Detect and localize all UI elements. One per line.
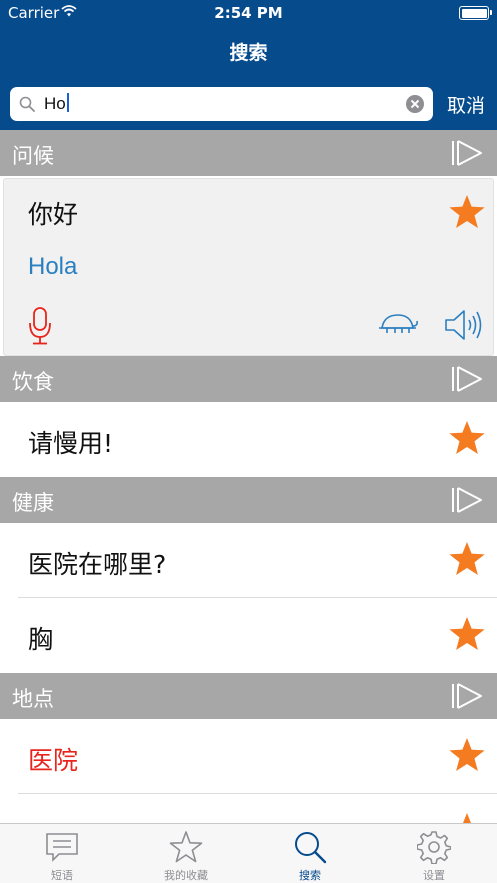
phrase-row[interactable]: 酒店 (0, 794, 497, 823)
battery-icon (459, 6, 492, 20)
phrase-row[interactable]: 请慢用! (0, 402, 497, 477)
star-outline-icon (169, 831, 203, 863)
tab-settings[interactable]: 设置 (372, 824, 496, 883)
phrase-translation: Hola (28, 253, 78, 280)
section-header: 饮食 (0, 356, 497, 402)
section-title: 健康 (12, 491, 54, 515)
tab-search[interactable]: 搜索 (248, 824, 372, 883)
phrase-text: 请慢用! (28, 429, 114, 458)
gear-icon (417, 831, 451, 864)
cancel-button[interactable]: 取消 (447, 91, 485, 118)
star-icon[interactable] (449, 421, 485, 455)
tab-label: 我的收藏 (164, 869, 208, 882)
results-list[interactable]: 问候你好 Hola 饮食请慢用! 健康医院在哪里? 胸地点医院酒店 (0, 130, 497, 823)
section-title: 问候 (12, 144, 54, 168)
search-icon (19, 96, 35, 112)
search-icon (295, 832, 327, 864)
speaker-icon[interactable] (444, 309, 484, 341)
search-input[interactable]: Ho (10, 87, 433, 121)
status-bar: Carrier 2:54 PM (0, 0, 497, 26)
search-bar: Ho 取消 (0, 80, 497, 130)
phrase-row[interactable]: 医院在哪里? (0, 523, 497, 598)
phrase-text: 医院在哪里? (28, 550, 167, 579)
tab-label: 设置 (423, 869, 445, 882)
section-title: 饮食 (12, 370, 54, 394)
play-all-icon[interactable] (451, 486, 483, 514)
phrase-row[interactable]: 医院 (0, 719, 497, 794)
play-all-icon[interactable] (451, 139, 483, 167)
expanded-phrase-card[interactable]: 你好 Hola (3, 178, 494, 356)
phrase-row[interactable]: 胸 (0, 598, 497, 673)
phrase-text: 酒店 (28, 816, 78, 823)
phrase-text: 你好 (28, 200, 79, 229)
tab-phrases[interactable]: 短语 (0, 824, 124, 883)
tab-label: 搜索 (299, 869, 321, 882)
search-input-value: Ho (44, 94, 66, 113)
phrase-text: 医院 (28, 746, 79, 775)
star-icon[interactable] (449, 738, 485, 772)
page-title: 搜索 (229, 42, 268, 64)
chat-bubble-icon (46, 833, 78, 862)
section-title: 地点 (12, 687, 54, 711)
clear-search-icon[interactable] (406, 95, 424, 113)
navigation-bar: 搜索 (0, 26, 497, 80)
tab-label: 短语 (51, 869, 73, 882)
turtle-slow-icon[interactable] (378, 312, 418, 336)
star-icon[interactable] (449, 542, 485, 576)
play-all-icon[interactable] (451, 365, 483, 393)
section-header: 问候 (0, 130, 497, 176)
tab-bar: 短语 我的收藏 搜索 设置 (0, 823, 497, 883)
phrase-text: 胸 (28, 625, 54, 654)
star-icon[interactable] (449, 195, 485, 229)
text-caret (66, 93, 69, 112)
status-time: 2:54 PM (214, 4, 283, 22)
section-header: 地点 (0, 673, 497, 719)
star-icon[interactable] (449, 617, 485, 651)
microphone-icon[interactable] (28, 307, 52, 345)
tab-favorites[interactable]: 我的收藏 (124, 824, 248, 883)
star-icon[interactable] (449, 813, 485, 823)
play-all-icon[interactable] (451, 682, 483, 710)
section-header: 健康 (0, 477, 497, 523)
